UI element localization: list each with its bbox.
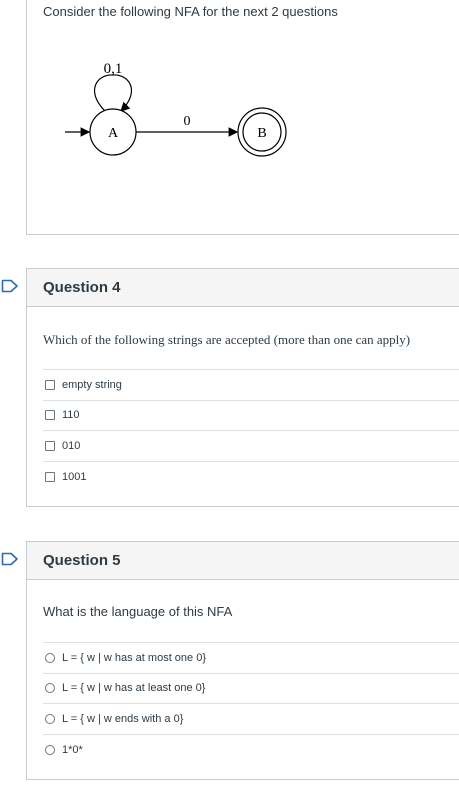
question-4-title: Question 4 [43, 279, 121, 296]
nfa-state-b-label: B [257, 126, 266, 141]
radio-icon[interactable] [45, 683, 55, 694]
question-5-body: What is the language of this NFA L = { w… [27, 580, 459, 765]
answer-label: L = { w | w ends with a 0} [62, 712, 184, 725]
answer-option[interactable]: 010 [43, 431, 459, 462]
checkbox-icon[interactable] [45, 471, 55, 482]
nfa-edge-label: 0 [184, 114, 191, 129]
question-5-prompt: What is the language of this NFA [43, 604, 233, 619]
answer-option[interactable]: L = { w | w has at most one 0} [43, 643, 459, 674]
answer-option[interactable]: empty string [43, 370, 459, 401]
checkbox-icon[interactable] [45, 379, 55, 390]
answer-label: L = { w | w has at most one 0} [62, 651, 207, 664]
nfa-diagram: 0,1 A 0 B [65, 61, 287, 157]
answer-option[interactable]: L = { w | w has at least one 0} [43, 674, 459, 704]
question-4-answers: empty string 110 010 1001 [43, 369, 459, 492]
answer-option[interactable]: 1*0* [43, 735, 459, 766]
answer-label: L = { w | w has at least one 0} [62, 682, 206, 695]
radio-icon[interactable] [45, 652, 55, 663]
answer-option[interactable]: L = { w | w ends with a 0} [43, 704, 459, 735]
flag-icon[interactable] [1, 552, 19, 566]
answer-label: 1001 [62, 470, 87, 483]
answer-option[interactable]: 110 [43, 401, 459, 431]
question-5-header: Question 5 [27, 542, 459, 580]
question-5-answers: L = { w | w has at most one 0} L = { w |… [43, 642, 459, 765]
question-5: Question 5 What is the language of this … [26, 541, 459, 780]
answer-option[interactable]: 1001 [43, 462, 459, 493]
question-5-title: Question 5 [43, 552, 121, 569]
checkbox-icon[interactable] [45, 410, 55, 421]
answer-label: 110 [62, 409, 80, 422]
answer-label: 1*0* [62, 743, 83, 756]
context-card: Consider the following NFA for the next … [26, 0, 459, 235]
nfa-state-a-label: A [108, 126, 119, 141]
answer-label: 010 [62, 439, 81, 452]
nfa-loop-label: 0,1 [104, 61, 123, 77]
radio-icon[interactable] [45, 713, 55, 724]
question-4-prompt: Which of the following strings are accep… [43, 332, 411, 347]
question-4: Question 4 Which of the following string… [26, 268, 459, 507]
radio-icon[interactable] [45, 744, 55, 755]
question-4-header: Question 4 [27, 269, 459, 307]
flag-icon[interactable] [1, 279, 19, 293]
checkbox-icon[interactable] [45, 440, 55, 451]
nfa-self-loop [94, 74, 132, 112]
answer-label: empty string [62, 378, 122, 391]
question-4-body: Which of the following strings are accep… [27, 307, 459, 492]
